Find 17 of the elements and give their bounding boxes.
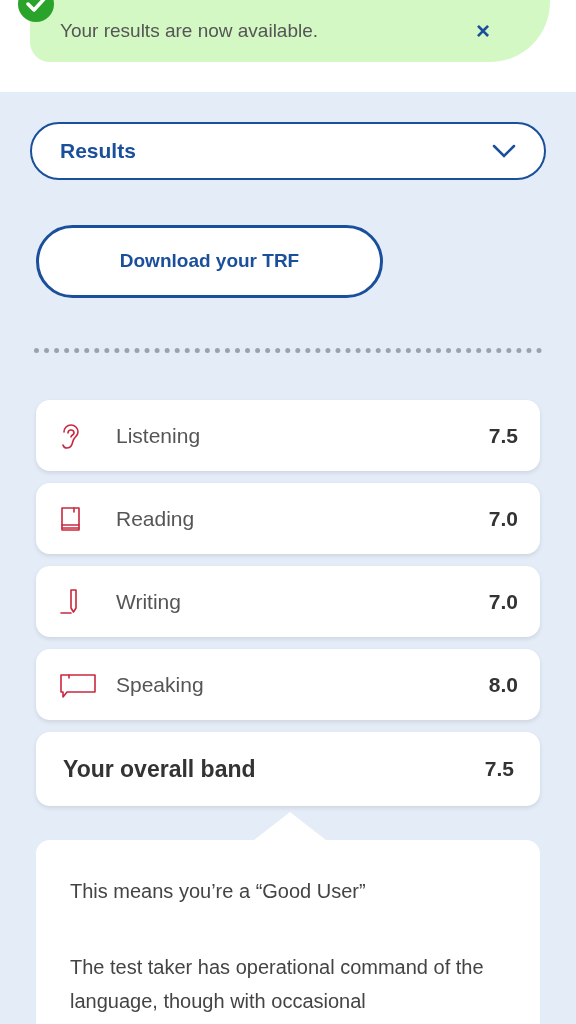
skill-label: Listening (116, 422, 202, 449)
skill-score: 8.0 (488, 671, 518, 698)
skill-score: 7.5 (488, 422, 518, 449)
close-button[interactable]: × (476, 19, 490, 43)
skill-label: Writing (116, 588, 182, 615)
skill-score: 7.0 (488, 588, 518, 615)
overall-score: 7.5 (484, 756, 514, 783)
download-trf-button[interactable]: Download your TRF (36, 225, 383, 298)
skill-label: Speaking (116, 671, 205, 698)
band-description: The test taker has operational command of the language, though with occasional (70, 955, 485, 1014)
chevron-down-icon (492, 144, 516, 158)
results-dropdown[interactable]: Results (30, 122, 546, 180)
notification-message: Your results are now available. (60, 18, 319, 43)
band-meaning: This means you’re a “Good User” (70, 879, 367, 904)
skill-label: Reading (116, 505, 196, 532)
skill-score: 7.0 (488, 505, 518, 532)
overall-label: Your overall band (63, 754, 256, 784)
